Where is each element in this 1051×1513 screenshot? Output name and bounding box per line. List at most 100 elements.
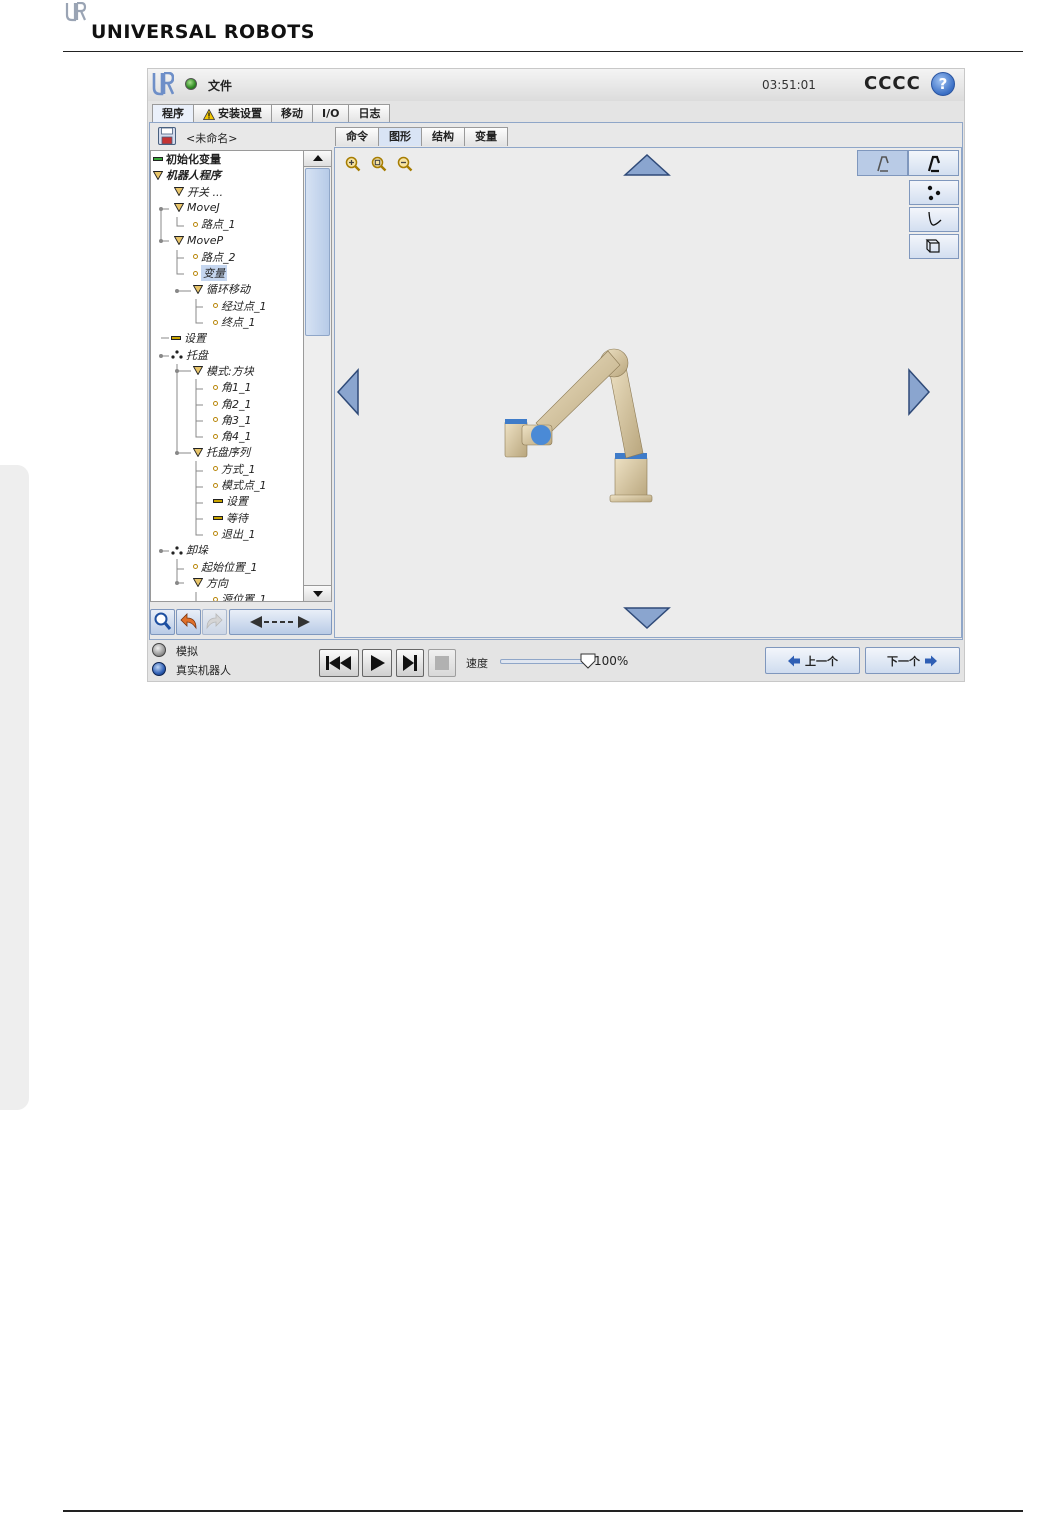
tree-item[interactable]: 方式_1 [213, 461, 256, 477]
view-down-arrow-icon[interactable] [623, 606, 671, 630]
zoom-out-icon[interactable] [397, 156, 413, 172]
tree-item-label: 等待 [226, 511, 248, 525]
tree-item-label: 角2_1 [221, 397, 252, 411]
tree-item[interactable]: 起始位置_1 [193, 559, 258, 575]
search-button[interactable] [150, 609, 175, 635]
tree-item[interactable]: 退出_1 [213, 526, 256, 542]
view-mode-left-button[interactable] [857, 150, 908, 176]
waypoint-icon [193, 254, 198, 260]
zoom-fit-icon[interactable] [371, 156, 387, 172]
redo-icon [206, 613, 223, 630]
tree-item[interactable]: 变量 [193, 265, 227, 282]
tree-item[interactable]: 角1_1 [213, 379, 252, 395]
tab-io[interactable]: I/O [312, 104, 350, 123]
view-left-arrow-icon[interactable] [336, 368, 360, 416]
tree-item[interactable]: 模式点_1 [213, 477, 267, 493]
tab-graphics[interactable]: 图形 [378, 127, 422, 146]
graphics-viewport[interactable] [334, 147, 962, 638]
step-button[interactable] [396, 649, 424, 677]
scroll-up-button[interactable] [304, 151, 331, 167]
view-up-arrow-icon[interactable] [623, 153, 671, 177]
view-right-arrow-icon[interactable] [907, 368, 931, 416]
arrow-down-icon [313, 591, 323, 597]
tree-item-label: 方向 [206, 576, 228, 590]
tree-item-label: 设置 [184, 332, 206, 346]
folder-triangle-icon [153, 170, 163, 180]
tree-item[interactable]: 托盘 [171, 347, 208, 363]
next-button[interactable]: 下一个 [865, 647, 960, 674]
undo-button[interactable] [176, 609, 201, 635]
tree-item[interactable]: 经过点_1 [213, 298, 267, 314]
tree-item[interactable]: 设置 [171, 330, 206, 346]
tab-variables[interactable]: 变量 [464, 127, 508, 146]
tree-item[interactable]: 角2_1 [213, 396, 252, 412]
tree-item-label: 源位置_1 [221, 593, 267, 602]
tree-item-label: 角4_1 [221, 430, 252, 444]
tree-item[interactable]: 循环移动 [193, 281, 250, 297]
tab-program[interactable]: 程序 [152, 104, 194, 123]
tree-item[interactable]: 初始化变量 [153, 151, 221, 167]
tree-item[interactable]: 托盘序列 [193, 444, 250, 460]
tree-item[interactable]: 机器人程序 [153, 167, 221, 183]
points-icon [927, 185, 941, 201]
title-bar: 文件 03:51:01 CCCC ? [148, 69, 964, 101]
show-path-button[interactable] [909, 207, 959, 232]
arrow-left-icon [788, 655, 800, 666]
tree-item[interactable]: 终点_1 [213, 314, 256, 330]
tree-item[interactable]: 模式:方块 [193, 363, 254, 379]
tree-item[interactable]: 卸垛 [171, 542, 208, 558]
redo-button[interactable] [202, 609, 227, 635]
tab-move[interactable]: 移动 [271, 104, 313, 123]
tree-item[interactable]: 角3_1 [213, 412, 252, 428]
tab-label: 移动 [281, 107, 303, 120]
tree-item-label: 退出_1 [221, 527, 256, 541]
tree-item-label: MoveP [187, 234, 224, 247]
real-robot-radio[interactable] [152, 662, 166, 676]
arrow-up-icon [313, 155, 323, 161]
waypoint-icon [213, 417, 218, 423]
scroll-thumb[interactable] [305, 168, 330, 336]
tab-log[interactable]: 日志 [348, 104, 391, 123]
tree-item-label: 路点_2 [201, 250, 236, 264]
tree-item[interactable]: 路点_2 [193, 249, 236, 265]
box-icon [925, 239, 940, 253]
tree-item[interactable]: MoveJ [174, 200, 220, 216]
tree-item[interactable]: 开关 ... [174, 184, 223, 200]
file-menu[interactable]: 文件 [208, 77, 232, 94]
tab-command[interactable]: 命令 [335, 127, 379, 146]
help-button[interactable]: ? [931, 72, 955, 96]
waypoint-icon [213, 303, 218, 309]
tree-item[interactable]: 方向 [193, 575, 228, 591]
robot-arm-icon [927, 155, 941, 173]
show-boundaries-button[interactable] [909, 234, 959, 259]
previous-button[interactable]: 上一个 [765, 647, 860, 674]
tab-label: 安装设置 [218, 107, 262, 120]
tab-label: I/O [322, 107, 340, 120]
tree-item[interactable]: 设置 [213, 493, 248, 509]
real-robot-label: 真实机器人 [176, 664, 231, 677]
main-tab-bar: 程序 安装设置 移动 I/O 日志 [152, 104, 391, 123]
stop-button[interactable] [428, 649, 456, 677]
tree-item[interactable]: MoveP [174, 233, 223, 249]
simulation-radio[interactable] [152, 643, 166, 657]
tree-item[interactable]: 源位置_1 [213, 591, 267, 602]
tree-item-label: 模式:方块 [206, 364, 254, 378]
cut-paste-button[interactable] [229, 609, 332, 635]
speed-slider[interactable] [500, 659, 590, 664]
play-button[interactable] [362, 649, 392, 677]
scroll-down-button[interactable] [304, 585, 331, 601]
view-mode-right-button[interactable] [908, 150, 959, 176]
save-icon[interactable] [158, 127, 176, 145]
waypoint-icon [193, 270, 198, 276]
zoom-in-icon[interactable] [345, 156, 361, 172]
tab-structure[interactable]: 结构 [421, 127, 465, 146]
tab-installation[interactable]: 安装设置 [193, 104, 272, 123]
tree-item[interactable]: 角4_1 [213, 428, 252, 444]
tree-scrollbar[interactable] [303, 150, 332, 602]
tree-item[interactable]: 路点_1 [193, 216, 236, 232]
program-tree[interactable]: 初始化变量 机器人程序 开关 ... MoveJ 路点_1 MoveP 路点_2 变量 循环移动… [150, 150, 304, 602]
go-to-start-button[interactable] [319, 649, 359, 677]
undo-icon [180, 613, 197, 630]
show-points-button[interactable] [909, 180, 959, 205]
tree-item[interactable]: 等待 [213, 510, 248, 526]
